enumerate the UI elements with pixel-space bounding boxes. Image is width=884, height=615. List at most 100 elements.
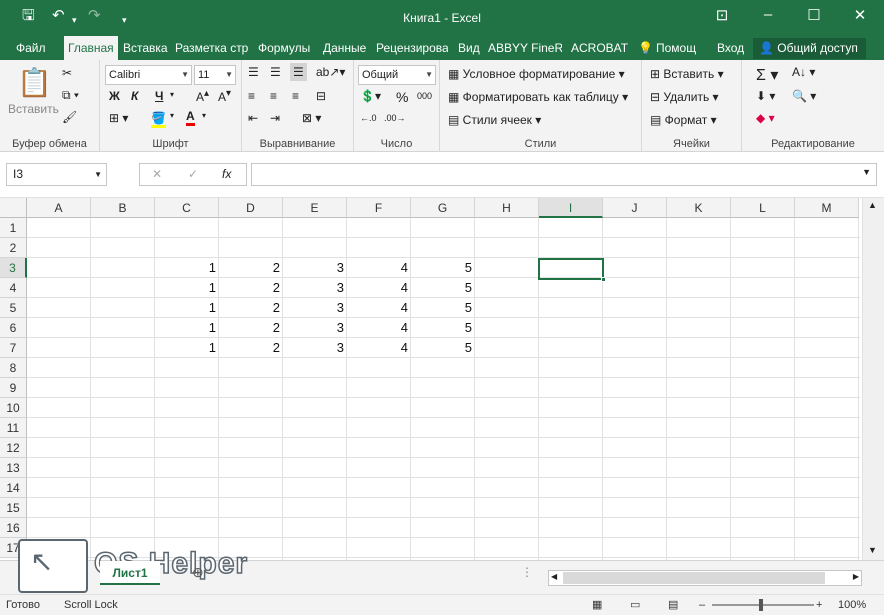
share-button[interactable]: 👤 Общий доступ [753,38,866,59]
cell-c3[interactable]: 1 [155,258,219,278]
column-header-g[interactable]: G [411,198,475,218]
font-name-select[interactable]: Calibri ▼ [105,65,192,85]
tab-file[interactable]: Файл [16,36,46,60]
scroll-down-icon[interactable]: ▼ [868,545,877,555]
row-header-16[interactable]: 16 [0,518,27,538]
cell-c6[interactable]: 1 [155,318,219,338]
cell-d7[interactable]: 2 [219,338,283,358]
font-size-select[interactable]: 11 ▼ [194,65,236,85]
row-header-6[interactable]: 6 [0,318,27,338]
cell-g6[interactable]: 5 [411,318,475,338]
cell-f5[interactable]: 4 [347,298,411,318]
select-all-corner[interactable] [0,198,27,218]
ribbon-display-icon[interactable]: ⊡ [707,6,737,24]
format-painter-icon[interactable]: 🖌 [62,110,77,124]
align-bottom-icon[interactable]: ☰ [290,63,307,81]
tab-insert[interactable]: Вставка [123,36,168,60]
cell-c7[interactable]: 1 [155,338,219,358]
orientation-icon[interactable]: ab↗▾ [316,65,345,79]
zoom-in-icon[interactable]: + [816,595,822,615]
scroll-left-icon[interactable]: ◀ [551,572,557,581]
column-header-f[interactable]: F [347,198,411,218]
cell-g7[interactable]: 5 [411,338,475,358]
row-header-7[interactable]: 7 [0,338,27,358]
cell-d5[interactable]: 2 [219,298,283,318]
align-middle-icon[interactable]: ☰ [270,65,281,79]
find-select-icon[interactable]: 🔍 ▾ [792,89,816,103]
cell-c5[interactable]: 1 [155,298,219,318]
italic-button[interactable]: К [131,89,138,103]
enter-icon[interactable]: ✓ [188,167,198,181]
column-header-k[interactable]: K [667,198,731,218]
split-handle-icon[interactable]: ⋮ [521,565,533,579]
cancel-icon[interactable]: ✕ [152,167,162,181]
wrap-text-icon[interactable]: ⊟ [316,89,326,103]
font-color-icon[interactable]: A [186,109,195,126]
cell-e4[interactable]: 3 [283,278,347,298]
tab-review[interactable]: Рецензирова [376,36,448,60]
underline-button[interactable]: Ч [155,89,163,103]
cell-f3[interactable]: 4 [347,258,411,278]
cell-e7[interactable]: 3 [283,338,347,358]
page-break-view-icon[interactable]: ▤ [668,595,678,615]
row-header-2[interactable]: 2 [0,238,27,258]
column-header-c[interactable]: C [155,198,219,218]
decrease-decimal-icon[interactable]: .00→ [384,113,406,123]
sheet-tab-list1[interactable]: Лист1 [100,561,160,585]
align-right-icon[interactable]: ≡ [292,89,299,103]
column-header-b[interactable]: B [91,198,155,218]
currency-icon[interactable]: 💲▾ [360,89,381,103]
zoom-slider-thumb[interactable] [759,599,763,611]
row-header-4[interactable]: 4 [0,278,27,298]
row-header-13[interactable]: 13 [0,458,27,478]
tab-abbyy[interactable]: ABBYY FineRe [488,36,562,60]
column-header-a[interactable]: A [27,198,91,218]
cell-c4[interactable]: 1 [155,278,219,298]
align-left-icon[interactable]: ≡ [248,89,255,103]
format-cells-button[interactable]: ▤ Формат ▾ [650,113,717,127]
column-header-d[interactable]: D [219,198,283,218]
fill-icon[interactable]: ⬇ ▾ [756,89,775,103]
cell-d3[interactable]: 2 [219,258,283,278]
format-as-table-button[interactable]: ▦ Форматировать как таблицу ▾ [448,90,628,104]
vertical-scrollbar[interactable]: ▲ ▼ [862,198,884,560]
delete-cells-button[interactable]: ⊟ Удалить ▾ [650,90,719,104]
column-header-e[interactable]: E [283,198,347,218]
fill-handle[interactable] [601,277,606,282]
fill-dropdown-icon[interactable]: ▾ [170,111,174,120]
underline-dropdown-icon[interactable]: ▾ [170,90,174,99]
row-header-9[interactable]: 9 [0,378,27,398]
increase-indent-icon[interactable]: ⇥ [270,111,280,125]
increase-font-icon[interactable]: A▴ [196,88,209,104]
row-header-3[interactable]: 3 [0,258,27,278]
cell-e5[interactable]: 3 [283,298,347,318]
fill-color-icon[interactable]: 🪣 [151,111,166,128]
font-color-dropdown-icon[interactable]: ▾ [202,111,206,120]
tab-formulas[interactable]: Формулы [258,36,310,60]
copy-icon[interactable]: ⧉ ▾ [62,88,79,103]
tab-data[interactable]: Данные [323,36,366,60]
row-header-14[interactable]: 14 [0,478,27,498]
selected-cell-outline[interactable] [538,258,606,282]
percent-icon[interactable]: % [396,89,408,105]
row-header-5[interactable]: 5 [0,298,27,318]
horizontal-scrollbar[interactable]: ◀ ▶ [548,570,862,586]
align-center-icon[interactable]: ≡ [270,89,277,103]
merge-center-icon[interactable]: ⊠ ▾ [302,111,321,125]
cell-g5[interactable]: 5 [411,298,475,318]
column-header-l[interactable]: L [731,198,795,218]
row-header-12[interactable]: 12 [0,438,27,458]
scroll-right-icon[interactable]: ▶ [853,572,859,581]
column-header-i[interactable]: I [539,198,603,218]
column-header-m[interactable]: M [795,198,859,218]
autosum-icon[interactable]: Σ ▾ [756,65,778,85]
bold-button[interactable]: Ж [109,89,120,103]
row-header-8[interactable]: 8 [0,358,27,378]
column-header-j[interactable]: J [603,198,667,218]
worksheet-grid[interactable]: A B C D E F G H I J K L M 1 2 3 4 5 6 7 8 9 10 11 12 13 14 15 16 17 1 2… [0,198,884,560]
cell-e6[interactable]: 3 [283,318,347,338]
cell-f7[interactable]: 4 [347,338,411,358]
cell-g4[interactable]: 5 [411,278,475,298]
cut-icon[interactable]: ✂ [62,66,72,80]
row-header-15[interactable]: 15 [0,498,27,518]
